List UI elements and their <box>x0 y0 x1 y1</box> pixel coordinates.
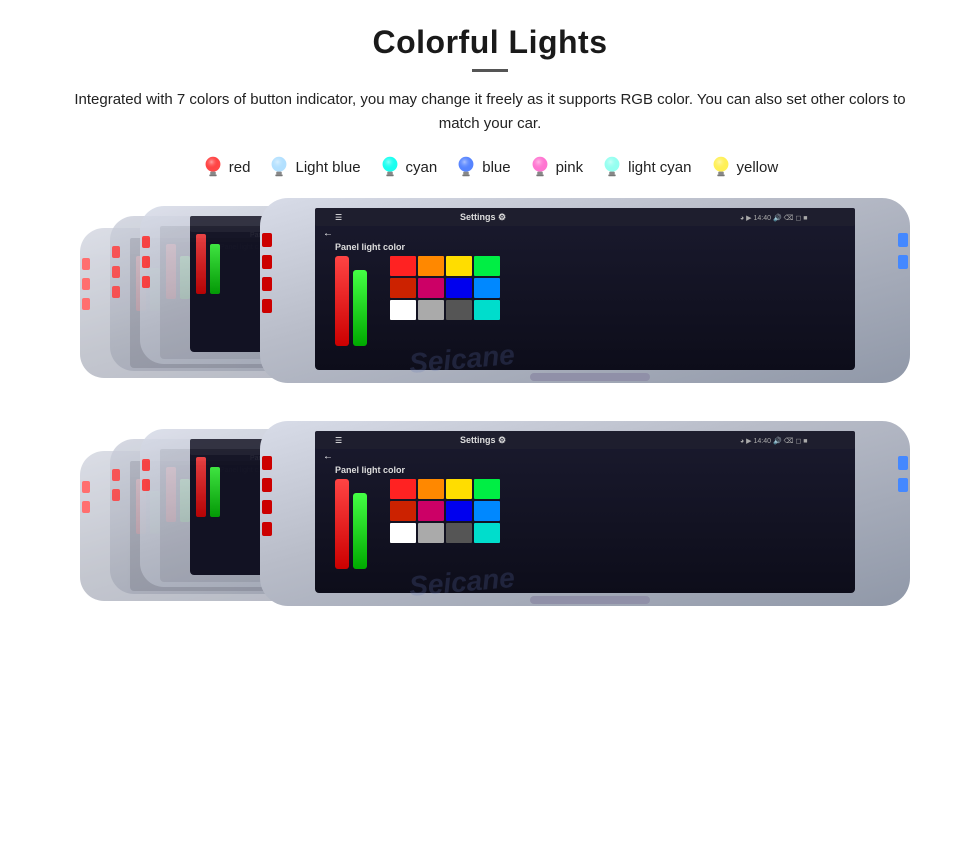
svg-text:←: ← <box>323 451 333 462</box>
color-item-lightblue: Light blue <box>268 154 360 180</box>
svg-text:☰: ☰ <box>335 436 342 445</box>
blue-bulb-icon <box>455 154 477 180</box>
yellow-bulb-icon <box>710 154 732 180</box>
car-units-display: Panel light c... Panel light c... <box>40 198 940 857</box>
color-item-pink: pink <box>529 154 584 180</box>
lightcyan-bulb-icon <box>601 154 623 180</box>
svg-text:Settings ⚙: Settings ⚙ <box>460 435 506 445</box>
color-label-pink: pink <box>556 159 584 176</box>
color-label-blue: blue <box>482 159 510 176</box>
svg-text:Panel light color: Panel light color <box>335 242 406 252</box>
svg-text:←: ← <box>323 228 333 239</box>
svg-text:☰: ☰ <box>335 213 342 222</box>
title-divider <box>472 69 508 72</box>
color-item-red: red <box>202 154 251 180</box>
red-bulb-icon <box>202 154 224 180</box>
color-item-yellow: yellow <box>710 154 779 180</box>
page-container: Colorful Lights Integrated with 7 colors… <box>0 0 980 857</box>
svg-text:Panel light color: Panel light color <box>335 465 406 475</box>
top-unit-group: Panel light c... Panel light c... <box>60 198 920 413</box>
color-label-lightblue: Light blue <box>295 159 360 176</box>
pink-bulb-icon <box>529 154 551 180</box>
bottom-unit-group: Panel light c... Panel light c... <box>60 421 920 636</box>
color-item-cyan: cyan <box>379 154 438 180</box>
color-item-lightcyan: light cyan <box>601 154 691 180</box>
svg-text:◕ ▶ 14:40 🔊 ⌫ ◻ ■: ◕ ▶ 14:40 🔊 ⌫ ◻ ■ <box>740 436 807 445</box>
top-units-svg: Panel light c... Panel light c... <box>60 198 920 413</box>
color-item-blue: blue <box>455 154 510 180</box>
svg-text:Settings ⚙: Settings ⚙ <box>460 212 506 222</box>
color-indicators-row: red Light blue cyan <box>202 154 778 180</box>
page-title: Colorful Lights <box>372 24 607 61</box>
color-label-lightcyan: light cyan <box>628 159 691 176</box>
bottom-units-svg: Panel light c... Panel light c... <box>60 421 920 636</box>
svg-text:◕ ▶ 14:40 🔊 ⌫ ◻ ■: ◕ ▶ 14:40 🔊 ⌫ ◻ ■ <box>740 213 807 222</box>
lightblue-bulb-icon <box>268 154 290 180</box>
description-text: Integrated with 7 colors of button indic… <box>60 88 920 136</box>
color-label-red: red <box>229 159 251 176</box>
color-label-yellow: yellow <box>737 159 779 176</box>
cyan-bulb-icon <box>379 154 401 180</box>
color-label-cyan: cyan <box>406 159 438 176</box>
